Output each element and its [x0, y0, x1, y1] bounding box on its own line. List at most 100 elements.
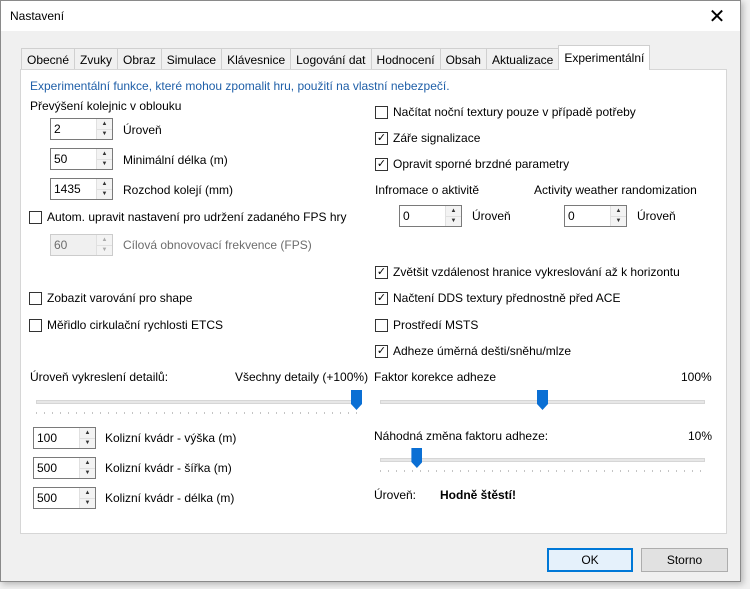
info-text: Experimentální funkce, které mohou zpoma…	[30, 79, 450, 93]
horizon-checkbox[interactable]: ✓ Zvětšit vzdálenost hranice vykreslován…	[375, 265, 680, 279]
slider-ticks	[36, 412, 362, 414]
dds-textures-checkbox[interactable]: ✓ Načtení DDS textury přednostně před AC…	[375, 291, 620, 305]
horizon-label: Zvětšit vzdálenost hranice vykreslování …	[393, 265, 680, 279]
down-arrow-icon[interactable]: ▼	[611, 215, 626, 226]
etcs-checkbox[interactable]: Měřidlo cirkulační rychlosti ETCS	[29, 318, 223, 332]
background-app-strip-bottom	[0, 582, 750, 589]
window-title: Nastavení	[10, 9, 65, 23]
slider-track	[380, 458, 705, 462]
down-arrow-icon[interactable]: ▼	[80, 497, 95, 508]
up-arrow-icon[interactable]: ▲	[97, 235, 112, 245]
up-arrow-icon[interactable]: ▲	[80, 428, 95, 438]
title-bar: Nastavení ✕	[1, 1, 740, 31]
tab-simulation[interactable]: Simulace	[160, 48, 223, 70]
background-app-strip	[741, 0, 750, 589]
activity-info-stepper[interactable]: 0 ▲ ▼	[399, 205, 462, 227]
tab-video[interactable]: Obraz	[117, 48, 162, 70]
cancel-button[interactable]: Storno	[641, 548, 728, 572]
close-icon: ✕	[708, 5, 726, 28]
tab-evaluation[interactable]: Hodnocení	[370, 48, 441, 70]
lod-value-text: Všechny detaily (+100%)	[235, 370, 369, 384]
min-length-label: Minimální délka (m)	[123, 153, 228, 167]
collision-height-stepper[interactable]: 100 ▲ ▼	[33, 427, 96, 449]
random-adhesion-value-text: 10%	[688, 429, 713, 443]
up-arrow-icon[interactable]: ▲	[97, 149, 112, 159]
auto-fps-label: Autom. upravit nastavení pro udržení zad…	[47, 210, 347, 224]
auto-fps-checkbox[interactable]: Autom. upravit nastavení pro udržení zad…	[29, 210, 347, 224]
random-adhesion-slider[interactable]	[380, 448, 705, 472]
level-value: Hodně štěstí!	[440, 488, 517, 502]
up-arrow-icon[interactable]: ▲	[80, 458, 95, 468]
activity-info-value[interactable]: 0	[400, 206, 445, 226]
checkmark-icon[interactable]: ✓	[375, 344, 388, 358]
down-arrow-icon[interactable]: ▼	[97, 128, 112, 139]
checkbox-box[interactable]	[29, 291, 42, 305]
down-arrow-icon[interactable]: ▼	[97, 158, 112, 169]
adhesion-weather-checkbox[interactable]: ✓ Adheze úměrná dešti/sněhu/mlze	[375, 344, 571, 358]
down-arrow-icon[interactable]: ▼	[97, 244, 112, 255]
checkbox-box[interactable]	[375, 318, 388, 332]
dds-textures-label: Načtení DDS textury přednostně před ACE	[393, 291, 621, 305]
checkbox-box[interactable]	[29, 318, 42, 332]
checkmark-icon[interactable]: ✓	[375, 157, 388, 171]
superelevation-level-stepper[interactable]: 2 ▲ ▼	[50, 118, 113, 140]
checkbox-box[interactable]	[375, 105, 388, 119]
tab-data-logging[interactable]: Logování dat	[290, 48, 372, 70]
up-arrow-icon[interactable]: ▲	[97, 119, 112, 129]
up-arrow-icon[interactable]: ▲	[446, 206, 461, 216]
tab-strip: Obecné Zvuky Obraz Simulace Klávesnice L…	[21, 45, 651, 70]
tab-experimental[interactable]: Experimentální	[558, 45, 651, 70]
lod-slider[interactable]	[36, 390, 362, 414]
tab-general[interactable]: Obecné	[21, 48, 76, 70]
slider-thumb[interactable]	[537, 390, 548, 410]
collision-length-value[interactable]: 500	[34, 488, 79, 508]
random-adhesion-label: Náhodná změna faktoru adheze:	[374, 429, 549, 443]
collision-length-stepper[interactable]: 500 ▲ ▼	[33, 487, 96, 509]
adhesion-factor-value-text: 100%	[681, 370, 712, 384]
collision-width-stepper[interactable]: 500 ▲ ▼	[33, 457, 96, 479]
target-fps-stepper[interactable]: 60 ▲ ▼	[50, 234, 113, 256]
shape-warnings-checkbox[interactable]: Zobazit varování pro shape	[29, 291, 192, 305]
track-gauge-value[interactable]: 1435	[51, 179, 96, 199]
slider-ticks	[380, 470, 705, 472]
tab-content[interactable]: Obsah	[439, 48, 487, 70]
up-arrow-icon[interactable]: ▲	[611, 206, 626, 216]
checkmark-icon[interactable]: ✓	[375, 291, 388, 305]
brake-params-checkbox[interactable]: ✓ Opravit sporné brzdné parametry	[375, 157, 569, 171]
down-arrow-icon[interactable]: ▼	[97, 188, 112, 199]
night-textures-checkbox[interactable]: Načítat noční textury pouze v případě po…	[375, 105, 636, 119]
slider-thumb[interactable]	[411, 448, 423, 468]
checkmark-icon[interactable]: ✓	[375, 265, 388, 279]
down-arrow-icon[interactable]: ▼	[80, 467, 95, 478]
superelevation-level-value[interactable]: 2	[51, 119, 96, 139]
shape-warnings-label: Zobazit varování pro shape	[47, 291, 193, 305]
up-arrow-icon[interactable]: ▲	[97, 179, 112, 189]
weather-randomization-stepper[interactable]: 0 ▲ ▼	[564, 205, 627, 227]
close-button[interactable]: ✕	[694, 1, 740, 31]
collision-width-value[interactable]: 500	[34, 458, 79, 478]
min-length-value[interactable]: 50	[51, 149, 96, 169]
adhesion-factor-slider[interactable]	[380, 390, 705, 414]
min-length-stepper[interactable]: 50 ▲ ▼	[50, 148, 113, 170]
collision-height-value[interactable]: 100	[34, 428, 79, 448]
tab-updates[interactable]: Aktualizace	[485, 48, 560, 70]
collision-length-label: Kolizní kvádr - délka (m)	[105, 491, 235, 505]
checkbox-box[interactable]	[29, 210, 42, 224]
track-gauge-stepper[interactable]: 1435 ▲ ▼	[50, 178, 113, 200]
tab-sounds[interactable]: Zvuky	[74, 48, 119, 70]
track-gauge-label: Rozchod kolejí (mm)	[123, 183, 234, 197]
weather-randomization-label: Activity weather randomization	[534, 183, 697, 197]
superelevation-label: Převýšení kolejnic v oblouku	[30, 99, 182, 113]
down-arrow-icon[interactable]: ▼	[446, 215, 461, 226]
ok-button[interactable]: OK	[547, 548, 633, 572]
up-arrow-icon[interactable]: ▲	[80, 488, 95, 498]
signal-glow-checkbox[interactable]: ✓ Záře signalizace	[375, 131, 480, 145]
target-fps-value[interactable]: 60	[51, 235, 96, 255]
slider-thumb[interactable]	[351, 390, 362, 410]
collision-width-label: Kolizní kvádr - šířka (m)	[105, 461, 232, 475]
down-arrow-icon[interactable]: ▼	[80, 437, 95, 448]
tab-keyboard[interactable]: Klávesnice	[221, 48, 292, 70]
weather-randomization-value[interactable]: 0	[565, 206, 610, 226]
checkmark-icon[interactable]: ✓	[375, 131, 388, 145]
msts-environment-checkbox[interactable]: Prostředí MSTS	[375, 318, 478, 332]
